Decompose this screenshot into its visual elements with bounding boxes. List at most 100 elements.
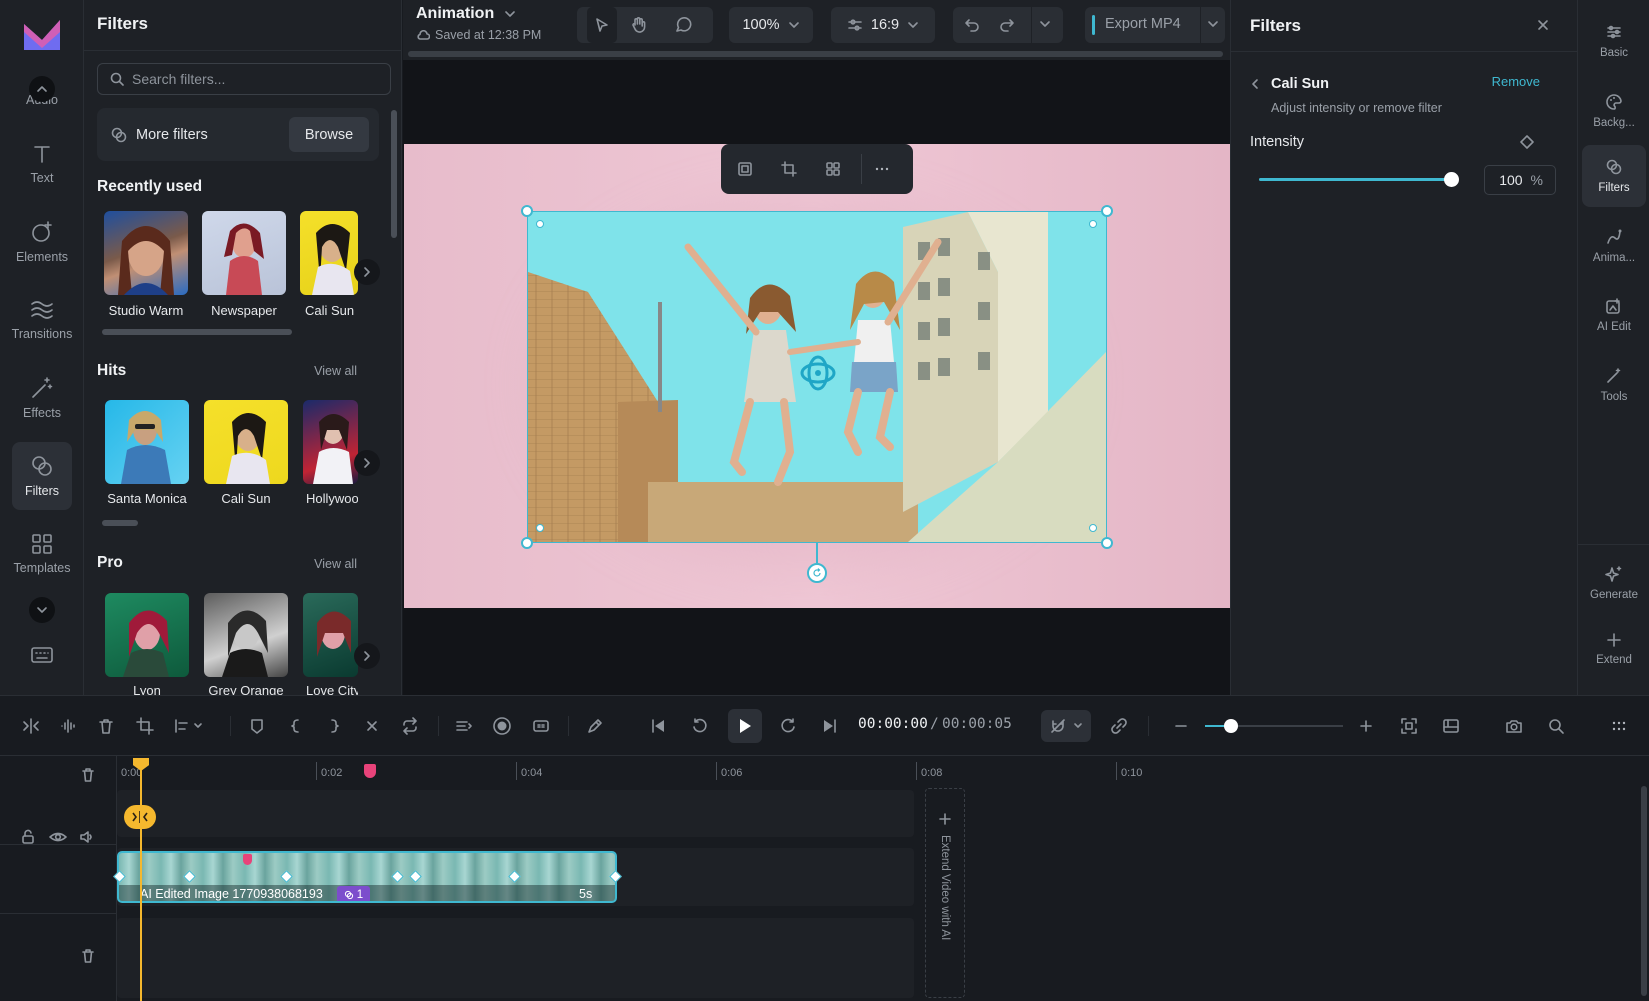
resize-handle-top-left[interactable] [521, 205, 533, 217]
more-options-button[interactable] [874, 161, 890, 177]
filter-thumb-cali-sun-hits[interactable] [204, 400, 288, 484]
lock-track-button[interactable] [20, 829, 36, 845]
close-panel-button[interactable] [1536, 18, 1550, 32]
filter-thumb-grey-orange[interactable] [204, 593, 288, 677]
undo-button[interactable] [963, 16, 981, 34]
rail-item-generate[interactable]: Generate [1582, 552, 1646, 614]
zoom-in-button[interactable] [1355, 715, 1377, 737]
keyboard-shortcuts-button[interactable] [31, 646, 53, 664]
export-button[interactable]: Export MP4 [1105, 16, 1181, 32]
hits-view-all-link[interactable]: View all [314, 364, 357, 378]
intensity-slider-thumb[interactable] [1444, 172, 1459, 187]
snapshot-button[interactable] [1503, 715, 1525, 737]
hits-scrollbar[interactable] [102, 520, 138, 526]
timeline-zoom-thumb[interactable] [1224, 719, 1238, 733]
scroll-down-button[interactable] [29, 597, 55, 623]
rail-item-filters[interactable]: Filters [12, 442, 72, 510]
arrange-button[interactable] [825, 161, 841, 177]
forward-button[interactable] [777, 715, 799, 737]
corner-radius-handle[interactable] [536, 220, 544, 228]
track-lane-bottom[interactable] [117, 918, 914, 998]
delete-track-button[interactable] [80, 767, 96, 783]
align-dropdown[interactable] [172, 715, 208, 737]
filter-thumb-hollywood[interactable] [303, 400, 358, 484]
corner-radius-handle[interactable] [536, 524, 544, 532]
resize-handle-bottom-right[interactable] [1101, 537, 1113, 549]
fit-timeline-button[interactable] [1398, 715, 1420, 737]
delete-button[interactable] [95, 715, 117, 737]
zoom-dropdown[interactable]: 100% [729, 7, 813, 43]
corner-radius-handle[interactable] [1089, 220, 1097, 228]
hits-next-button[interactable] [354, 450, 380, 476]
browse-button[interactable]: Browse [289, 117, 369, 152]
scroll-up-button[interactable] [29, 76, 55, 102]
rail-item-tools[interactable]: Tools [1582, 354, 1646, 416]
rail-item-animation[interactable]: Anima... [1582, 215, 1646, 277]
remove-filter-link[interactable]: Remove [1492, 74, 1540, 89]
timeline-more-button[interactable] [1608, 715, 1630, 737]
extend-video-ai-button[interactable]: Extend Video with AI [925, 788, 965, 998]
loop-button[interactable] [399, 715, 421, 737]
hand-tool-button[interactable] [630, 16, 648, 34]
timeline-marker[interactable] [364, 764, 376, 778]
search-filters-input[interactable]: Search filters... [97, 63, 391, 95]
split-button[interactable] [20, 715, 42, 737]
magnet-snap-dropdown[interactable] [1041, 710, 1091, 742]
audio-button[interactable] [57, 715, 79, 737]
trim-end-button[interactable] [323, 715, 345, 737]
panel-scrollbar[interactable] [391, 110, 397, 238]
aspect-ratio-dropdown[interactable]: 16:9 [831, 7, 935, 43]
app-logo[interactable] [22, 18, 62, 52]
filter-thumb-santa-monica[interactable] [105, 400, 189, 484]
track-lane-top[interactable] [117, 790, 914, 837]
resize-handle-top-right[interactable] [1101, 205, 1113, 217]
timeline-zoom-slider[interactable] [1205, 719, 1343, 733]
corner-radius-handle[interactable] [1089, 524, 1097, 532]
rail-item-basic[interactable]: Basic [1582, 10, 1646, 72]
crop-button[interactable] [781, 161, 797, 177]
crop-button[interactable] [134, 715, 156, 737]
canvas-horizontal-scrollbar[interactable] [408, 51, 1223, 57]
clip-filter-badge[interactable]: 1 [337, 886, 370, 901]
rail-item-transitions[interactable]: Transitions [12, 286, 72, 354]
skip-to-start-button[interactable] [647, 715, 669, 737]
clear-button[interactable] [361, 715, 383, 737]
play-button[interactable] [728, 709, 762, 743]
rewind-button[interactable] [689, 715, 711, 737]
track-settings-button[interactable] [453, 715, 475, 737]
recent-next-button[interactable] [354, 259, 380, 285]
intensity-value-input[interactable]: 100 % [1484, 165, 1556, 195]
select-tool-button[interactable] [587, 7, 617, 43]
pro-view-all-link[interactable]: View all [314, 557, 357, 571]
visibility-toggle[interactable] [49, 829, 67, 845]
rail-item-text[interactable]: Text [12, 130, 72, 198]
thumbnail-toggle-button[interactable] [1440, 715, 1462, 737]
captions-button[interactable] [530, 715, 552, 737]
recent-scrollbar[interactable] [102, 329, 292, 335]
skip-to-end-button[interactable] [819, 715, 841, 737]
rail-item-effects[interactable]: Effects [12, 364, 72, 432]
delete-track-button[interactable] [80, 948, 96, 964]
rail-item-filters[interactable]: Filters [1582, 145, 1646, 207]
rail-item-templates[interactable]: Templates [12, 520, 72, 588]
redo-button[interactable] [998, 16, 1016, 34]
record-button[interactable] [491, 715, 513, 737]
pro-next-button[interactable] [354, 643, 380, 669]
marker-button[interactable] [246, 715, 268, 737]
filter-thumb-newspaper[interactable] [202, 211, 286, 295]
replace-button[interactable] [737, 161, 753, 177]
playhead[interactable] [140, 758, 142, 1001]
filter-thumb-studio-warm[interactable] [104, 211, 188, 295]
intensity-slider[interactable] [1259, 172, 1459, 187]
trim-start-button[interactable] [285, 715, 307, 737]
rail-item-elements[interactable]: Elements [12, 208, 72, 276]
filter-thumb-lyon[interactable] [105, 593, 189, 677]
link-tool-button[interactable] [584, 715, 606, 737]
zoom-out-button[interactable] [1170, 715, 1192, 737]
rail-item-ai-edit[interactable]: AI Edit [1582, 284, 1646, 346]
time-ruler[interactable]: 0:00 0:02 0:04 0:06 0:08 0:10 [0, 756, 1649, 786]
history-menu-button[interactable] [1039, 20, 1051, 28]
rail-item-extend[interactable]: Extend [1582, 618, 1646, 680]
rotate-handle[interactable] [807, 563, 827, 583]
filter-thumb-love-city[interactable] [303, 593, 358, 677]
